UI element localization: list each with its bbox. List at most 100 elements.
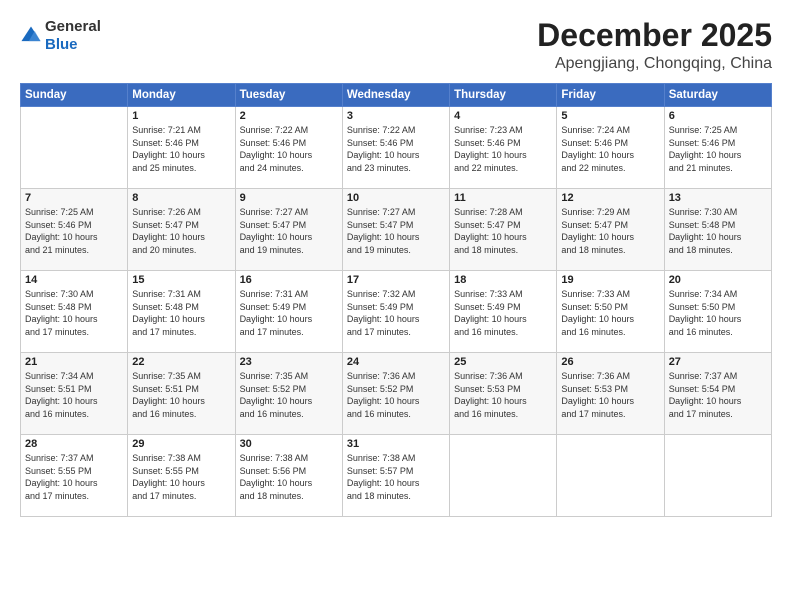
calendar-cell: 10 Sunrise: 7:27 AM Sunset: 5:47 PM Dayli…: [342, 189, 449, 271]
day-number: 20: [669, 274, 767, 286]
day-info: Sunrise: 7:23 AM Sunset: 5:46 PM Dayligh…: [454, 124, 552, 174]
day-info: Sunrise: 7:24 AM Sunset: 5:46 PM Dayligh…: [561, 124, 659, 174]
calendar-cell: 3Sunrise: 7:22 AM Sunset: 5:46 PM Daylig…: [342, 107, 449, 189]
day-number: 14: [25, 274, 123, 286]
logo-icon: [20, 25, 42, 47]
day-number: 13: [669, 192, 767, 204]
day-info: Sunrise: 7:31 AM Sunset: 5:48 PM Dayligh…: [132, 288, 230, 338]
day-number: 28: [25, 438, 123, 450]
day-number: 26: [561, 356, 659, 368]
day-number: 16: [240, 274, 338, 286]
calendar-cell: 16 Sunrise: 7:31 AM Sunset: 5:49 PM Dayli…: [235, 271, 342, 353]
calendar-cell: [557, 435, 664, 517]
calendar-cell: [450, 435, 557, 517]
calendar-week-row: 7 Sunrise: 7:25 AM Sunset: 5:46 PM Daylig…: [21, 189, 772, 271]
day-info: Sunrise: 7:38 AM Sunset: 5:56 PM Dayligh…: [240, 452, 338, 502]
calendar-cell: 21Sunrise: 7:34 AM Sunset: 5:51 PM Dayli…: [21, 353, 128, 435]
day-number: 30: [240, 438, 338, 450]
day-number: 25: [454, 356, 552, 368]
weekday-header-cell: Monday: [128, 84, 235, 107]
day-number: 27: [669, 356, 767, 368]
month-title: December 2025: [537, 18, 772, 53]
day-number: 10: [347, 192, 445, 204]
day-number: 9: [240, 192, 338, 204]
calendar-cell: 31 Sunrise: 7:38 AM Sunset: 5:57 PM Dayli…: [342, 435, 449, 517]
calendar-cell: 23 Sunrise: 7:35 AM Sunset: 5:52 PM Dayli…: [235, 353, 342, 435]
weekday-header-cell: Thursday: [450, 84, 557, 107]
day-number: 19: [561, 274, 659, 286]
day-number: 7: [25, 192, 123, 204]
calendar-cell: 6 Sunrise: 7:25 AM Sunset: 5:46 PM Daylig…: [664, 107, 771, 189]
day-info: Sunrise: 7:34 AM Sunset: 5:51 PM Dayligh…: [25, 370, 123, 420]
day-number: 24: [347, 356, 445, 368]
day-info: Sunrise: 7:27 AM Sunset: 5:47 PM Dayligh…: [347, 206, 445, 256]
day-info: Sunrise: 7:36 AM Sunset: 5:53 PM Dayligh…: [454, 370, 552, 420]
weekday-header-cell: Tuesday: [235, 84, 342, 107]
calendar-cell: 13 Sunrise: 7:30 AM Sunset: 5:48 PM Dayli…: [664, 189, 771, 271]
day-info: Sunrise: 7:33 AM Sunset: 5:50 PM Dayligh…: [561, 288, 659, 338]
day-info: Sunrise: 7:29 AM Sunset: 5:47 PM Dayligh…: [561, 206, 659, 256]
calendar-cell: [21, 107, 128, 189]
calendar-cell: 14Sunrise: 7:30 AM Sunset: 5:48 PM Dayli…: [21, 271, 128, 353]
title-area: December 2025 Apengjiang, Chongqing, Chi…: [537, 18, 772, 73]
day-number: 31: [347, 438, 445, 450]
day-info: Sunrise: 7:35 AM Sunset: 5:52 PM Dayligh…: [240, 370, 338, 420]
calendar-cell: 4 Sunrise: 7:23 AM Sunset: 5:46 PM Daylig…: [450, 107, 557, 189]
weekday-header-cell: Saturday: [664, 84, 771, 107]
day-info: Sunrise: 7:38 AM Sunset: 5:57 PM Dayligh…: [347, 452, 445, 502]
day-info: Sunrise: 7:26 AM Sunset: 5:47 PM Dayligh…: [132, 206, 230, 256]
day-number: 29: [132, 438, 230, 450]
calendar-table: SundayMondayTuesdayWednesdayThursdayFrid…: [20, 83, 772, 517]
calendar-cell: 17Sunrise: 7:32 AM Sunset: 5:49 PM Dayli…: [342, 271, 449, 353]
day-info: Sunrise: 7:28 AM Sunset: 5:47 PM Dayligh…: [454, 206, 552, 256]
day-number: 23: [240, 356, 338, 368]
weekday-header-row: SundayMondayTuesdayWednesdayThursdayFrid…: [21, 84, 772, 107]
day-number: 12: [561, 192, 659, 204]
day-number: 22: [132, 356, 230, 368]
calendar-cell: 25 Sunrise: 7:36 AM Sunset: 5:53 PM Dayli…: [450, 353, 557, 435]
calendar-cell: 12 Sunrise: 7:29 AM Sunset: 5:47 PM Dayli…: [557, 189, 664, 271]
day-number: 2: [240, 110, 338, 122]
calendar-cell: 9 Sunrise: 7:27 AM Sunset: 5:47 PM Daylig…: [235, 189, 342, 271]
day-info: Sunrise: 7:35 AM Sunset: 5:51 PM Dayligh…: [132, 370, 230, 420]
calendar-cell: 20 Sunrise: 7:34 AM Sunset: 5:50 PM Dayli…: [664, 271, 771, 353]
calendar-body: 1Sunrise: 7:21 AM Sunset: 5:46 PM Daylig…: [21, 107, 772, 517]
calendar-week-row: 28 Sunrise: 7:37 AM Sunset: 5:55 PM Dayli…: [21, 435, 772, 517]
calendar-cell: 30 Sunrise: 7:38 AM Sunset: 5:56 PM Dayli…: [235, 435, 342, 517]
weekday-header-cell: Sunday: [21, 84, 128, 107]
calendar-cell: 15Sunrise: 7:31 AM Sunset: 5:48 PM Dayli…: [128, 271, 235, 353]
day-info: Sunrise: 7:27 AM Sunset: 5:47 PM Dayligh…: [240, 206, 338, 256]
calendar-cell: [664, 435, 771, 517]
calendar-cell: 7 Sunrise: 7:25 AM Sunset: 5:46 PM Daylig…: [21, 189, 128, 271]
day-info: Sunrise: 7:37 AM Sunset: 5:55 PM Dayligh…: [25, 452, 123, 502]
day-info: Sunrise: 7:31 AM Sunset: 5:49 PM Dayligh…: [240, 288, 338, 338]
calendar-cell: 26Sunrise: 7:36 AM Sunset: 5:53 PM Dayli…: [557, 353, 664, 435]
calendar-cell: 27Sunrise: 7:37 AM Sunset: 5:54 PM Dayli…: [664, 353, 771, 435]
calendar-cell: 29 Sunrise: 7:38 AM Sunset: 5:55 PM Dayli…: [128, 435, 235, 517]
day-info: Sunrise: 7:30 AM Sunset: 5:48 PM Dayligh…: [669, 206, 767, 256]
weekday-header-cell: Wednesday: [342, 84, 449, 107]
logo-blue: Blue: [45, 36, 78, 53]
day-number: 1: [132, 110, 230, 122]
calendar-cell: 11Sunrise: 7:28 AM Sunset: 5:47 PM Dayli…: [450, 189, 557, 271]
calendar-week-row: 1Sunrise: 7:21 AM Sunset: 5:46 PM Daylig…: [21, 107, 772, 189]
day-info: Sunrise: 7:38 AM Sunset: 5:55 PM Dayligh…: [132, 452, 230, 502]
location-title: Apengjiang, Chongqing, China: [537, 55, 772, 73]
day-info: Sunrise: 7:33 AM Sunset: 5:49 PM Dayligh…: [454, 288, 552, 338]
logo: General Blue: [20, 18, 101, 54]
day-number: 18: [454, 274, 552, 286]
day-number: 4: [454, 110, 552, 122]
calendar-cell: 19 Sunrise: 7:33 AM Sunset: 5:50 PM Dayli…: [557, 271, 664, 353]
day-info: Sunrise: 7:25 AM Sunset: 5:46 PM Dayligh…: [25, 206, 123, 256]
page: General Blue December 2025 Apengjiang, C…: [0, 0, 792, 612]
calendar-cell: 24Sunrise: 7:36 AM Sunset: 5:52 PM Dayli…: [342, 353, 449, 435]
day-info: Sunrise: 7:34 AM Sunset: 5:50 PM Dayligh…: [669, 288, 767, 338]
day-number: 6: [669, 110, 767, 122]
calendar-week-row: 14Sunrise: 7:30 AM Sunset: 5:48 PM Dayli…: [21, 271, 772, 353]
day-info: Sunrise: 7:25 AM Sunset: 5:46 PM Dayligh…: [669, 124, 767, 174]
day-number: 8: [132, 192, 230, 204]
calendar-week-row: 21Sunrise: 7:34 AM Sunset: 5:51 PM Dayli…: [21, 353, 772, 435]
calendar-cell: 22 Sunrise: 7:35 AM Sunset: 5:51 PM Dayli…: [128, 353, 235, 435]
logo-general: General: [45, 18, 101, 35]
day-number: 17: [347, 274, 445, 286]
